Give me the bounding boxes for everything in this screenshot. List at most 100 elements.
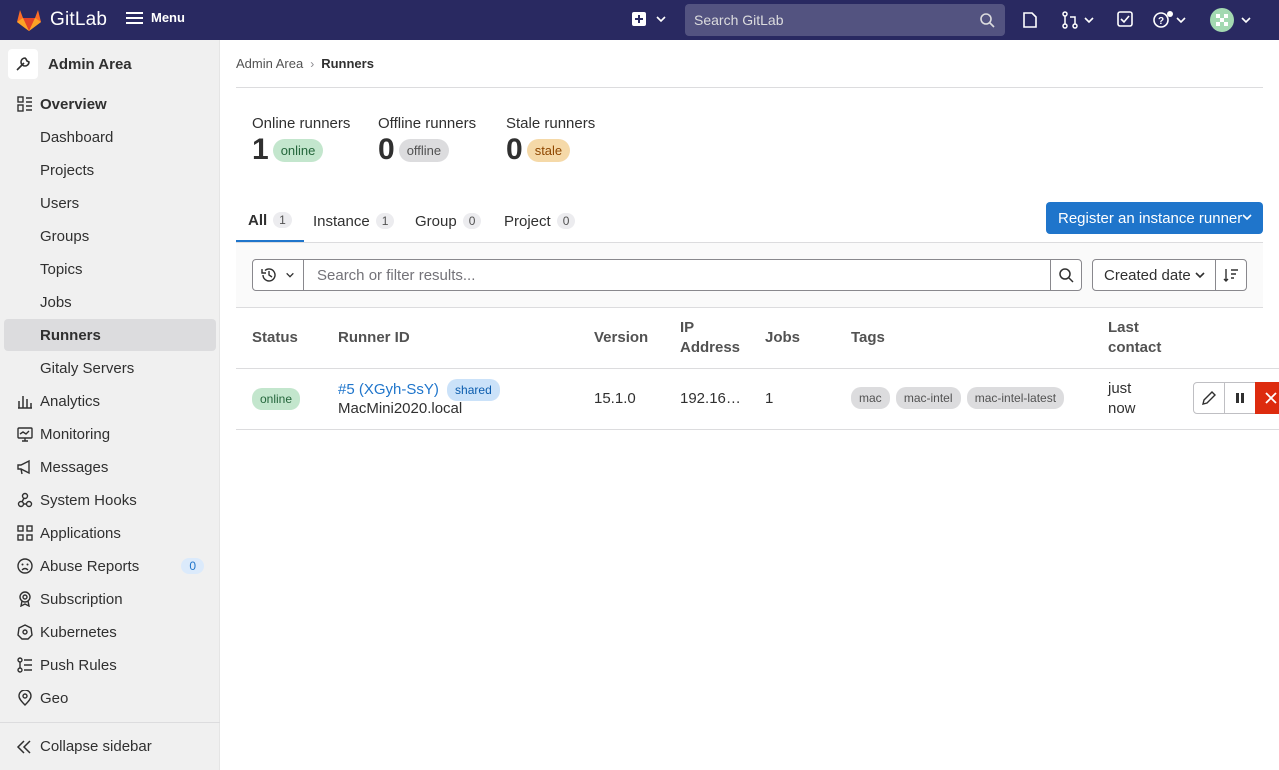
divider [236, 368, 1279, 369]
sidebar-item-messages[interactable]: Messages [4, 451, 216, 483]
sidebar-item-users[interactable]: Users [4, 187, 216, 219]
sidebar-item-kubernetes[interactable]: Kubernetes [4, 616, 216, 648]
help-icon[interactable]: ? [1153, 11, 1187, 29]
column-header-tags: Tags [851, 329, 885, 346]
sidebar-item-analytics[interactable]: Analytics [4, 385, 216, 417]
chevron-down-icon [1176, 17, 1186, 24]
stat-value: 0 [506, 133, 523, 166]
sidebar-item-gitaly-servers[interactable]: Gitaly Servers [4, 352, 216, 384]
filter-search-input[interactable]: Search or filter results... [303, 259, 1051, 291]
offline-badge: offline [398, 138, 450, 162]
sidebar-item-system-hooks[interactable]: System Hooks [4, 484, 216, 516]
collapse-sidebar-label: Collapse sidebar [40, 738, 152, 755]
sidebar-item-jobs[interactable]: Jobs [4, 286, 216, 318]
column-header-status: Status [252, 329, 298, 346]
kubernetes-icon [16, 623, 34, 641]
breadcrumb-current[interactable]: Runners [321, 56, 374, 71]
sidebar-item-dashboard[interactable]: Dashboard [4, 121, 216, 153]
column-header-last-contact-line1: Last [1108, 319, 1139, 336]
tab-instance[interactable]: Instance 1 [313, 200, 395, 242]
sidebar-item-label: Abuse Reports [40, 557, 140, 575]
sidebar-item-subscription[interactable]: Subscription [4, 583, 216, 615]
online-badge: online [272, 138, 324, 162]
chevron-down-icon [286, 272, 294, 278]
sidebar-item-topics[interactable]: Topics [4, 253, 216, 285]
collapse-sidebar-button[interactable]: Collapse sidebar [0, 722, 220, 770]
sidebar-item-monitoring[interactable]: Monitoring [4, 418, 216, 450]
runner-ip-address: 192.16… [680, 390, 741, 407]
sort-dropdown[interactable]: Created date [1092, 259, 1216, 291]
sort-direction-button[interactable] [1215, 259, 1247, 291]
delete-runner-button[interactable] [1255, 382, 1279, 414]
gitlab-logo[interactable]: GitLab [16, 8, 107, 32]
runner-jobs-count: 1 [765, 390, 774, 407]
pause-runner-button[interactable] [1224, 382, 1256, 414]
runner-link[interactable]: #5 (XGyh-SsY) [338, 381, 439, 398]
abuse-icon [16, 557, 34, 575]
sidebar-item-label: Kubernetes [40, 623, 117, 641]
search-icon [980, 13, 995, 28]
sidebar-item-label: Projects [40, 161, 95, 179]
last-contact-line2: now [1108, 400, 1136, 417]
sidebar-item-applications[interactable]: Applications [4, 517, 216, 549]
abuse-reports-count-badge: 0 [181, 558, 204, 574]
sidebar-item-push-rules[interactable]: Push Rules [4, 649, 216, 681]
sidebar-item-projects[interactable]: Projects [4, 154, 216, 186]
sidebar-item-groups[interactable]: Groups [4, 220, 216, 252]
recent-searches-button[interactable] [252, 259, 304, 291]
sidebar-item-overview[interactable]: Overview [4, 88, 216, 120]
filter-search-button[interactable] [1050, 259, 1082, 291]
breadcrumb-admin-area[interactable]: Admin Area [236, 56, 303, 71]
close-icon [1265, 392, 1277, 404]
chevron-down-icon [1241, 17, 1251, 24]
overview-icon [16, 95, 34, 113]
merge-requests-icon[interactable] [1061, 11, 1095, 29]
avatar [1210, 8, 1234, 32]
history-icon [261, 268, 276, 282]
edit-runner-button[interactable] [1193, 382, 1225, 414]
create-new-button[interactable] [631, 11, 667, 27]
tab-label: Instance [313, 212, 370, 230]
sidebar-context-header[interactable]: Admin Area [8, 48, 132, 80]
register-instance-runner-button[interactable]: Register an instance runner [1046, 202, 1263, 234]
tab-project[interactable]: Project 0 [504, 200, 576, 242]
sidebar-item-label: Gitaly Servers [40, 359, 135, 377]
runner-version: 15.1.0 [594, 390, 636, 407]
tab-label: Project [504, 212, 551, 230]
stat-value: 1 [252, 133, 269, 166]
stat-label: Offline runners [378, 115, 477, 132]
sidebar-item-runners[interactable]: Runners [4, 319, 216, 351]
menu-button[interactable]: Menu [126, 10, 185, 25]
divider [236, 429, 1279, 430]
user-avatar[interactable] [1210, 8, 1252, 32]
column-header-runner-id: Runner ID [338, 329, 410, 346]
admin-wrench-icon [8, 49, 38, 79]
analytics-icon [16, 392, 34, 410]
tag-badge: mac-intel-latest [966, 387, 1065, 409]
sidebar-item-label: Overview [40, 95, 107, 113]
sidebar-item-abuse-reports[interactable]: Abuse Reports 0 [4, 550, 216, 582]
sidebar-item-label: Runners [40, 326, 101, 344]
chevron-down-icon [656, 16, 666, 23]
stat-value: 0 [378, 133, 395, 166]
tab-count: 1 [273, 212, 292, 228]
issues-icon[interactable] [1022, 11, 1038, 29]
filter-placeholder: Search or filter results... [317, 266, 476, 284]
plus-square-icon [632, 12, 646, 26]
filter-bar: Search or filter results... Created date [236, 243, 1263, 308]
sidebar-item-label: Push Rules [40, 656, 117, 674]
hook-icon [16, 491, 34, 509]
sidebar-item-label: Subscription [40, 590, 123, 608]
sidebar-item-label: Users [40, 194, 80, 212]
sort-lowest-icon [1223, 269, 1238, 282]
tab-group[interactable]: Group 0 [415, 200, 482, 242]
column-header-ip-line2: Address [680, 339, 741, 356]
pause-icon [1236, 393, 1244, 403]
todos-icon[interactable] [1117, 11, 1133, 27]
search-input[interactable]: Search GitLab [685, 4, 1005, 36]
sidebar-item-label: Jobs [40, 293, 72, 311]
top-bar: GitLab Menu Search GitLab ? [0, 0, 1279, 40]
sidebar-item-geo[interactable]: Geo [4, 682, 216, 714]
runner-description: MacMini2020.local [338, 400, 463, 417]
tab-all[interactable]: All 1 [236, 200, 304, 242]
